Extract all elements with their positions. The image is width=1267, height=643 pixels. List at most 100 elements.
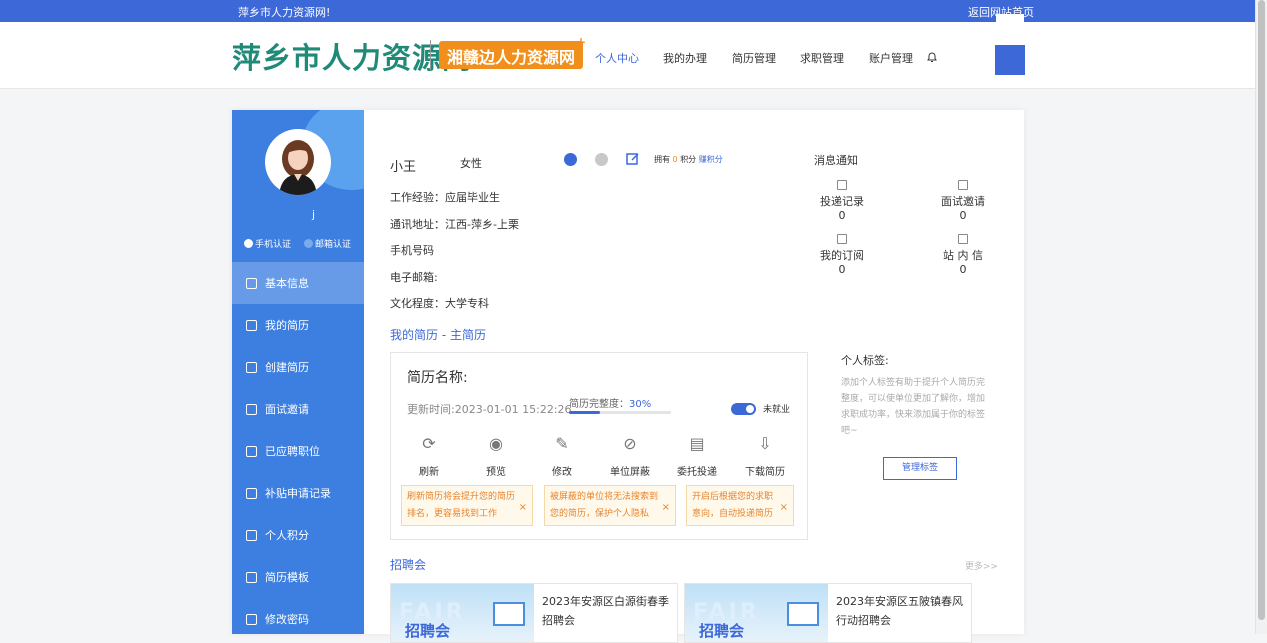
phone-cert[interactable]: 手机认证 xyxy=(244,237,291,250)
action-label: 刷新 xyxy=(419,467,439,478)
nav-my-handling[interactable]: 我的办理 xyxy=(663,50,707,66)
edit-button[interactable]: ✎ 修改 xyxy=(532,434,592,479)
user-avatar-button[interactable] xyxy=(995,45,1025,75)
manage-tags-button[interactable]: 管理标签 xyxy=(883,457,957,480)
completeness-bar-fill xyxy=(569,411,600,414)
bell-icon[interactable] xyxy=(926,51,938,63)
job-fair-card[interactable]: FAIR 招聘会 2023年安源区五陂镇春风行动招聘会 xyxy=(684,583,972,643)
completeness-text: 简历完整度： xyxy=(569,399,629,410)
phone-cert-icon xyxy=(244,239,253,248)
tip-text: 刷新简历将会提升您的简历排名，更容易找到工作 xyxy=(407,492,516,519)
eye-icon: ◉ xyxy=(489,434,503,453)
stat-interviews[interactable]: 面试邀请 0 xyxy=(923,180,1003,222)
nav-job-manage[interactable]: 求职管理 xyxy=(800,50,844,66)
mail-open-icon xyxy=(246,403,257,415)
site-header: 萍乡市人力资源网 湘赣边人力资源网 + 个人中心 我的办理 简历管理 求职管理 … xyxy=(0,22,1255,89)
action-label: 修改 xyxy=(552,467,572,478)
stat-count: 0 xyxy=(959,209,967,222)
download-icon: ⇩ xyxy=(758,434,772,453)
database-icon xyxy=(246,529,257,541)
sidebar-item-applied-jobs[interactable]: 已应聘职位 xyxy=(232,430,364,472)
document-icon xyxy=(246,319,257,331)
edit-icon: ✎ xyxy=(555,434,569,453)
email-cert[interactable]: 邮箱认证 xyxy=(304,237,351,250)
avatar[interactable] xyxy=(265,129,331,195)
stat-subscriptions[interactable]: 我的订阅 0 xyxy=(802,234,882,276)
delivery-record-icon xyxy=(837,180,847,190)
action-label: 预览 xyxy=(486,467,506,478)
user-name: j xyxy=(311,208,315,221)
preview-button[interactable]: ◉ 预览 xyxy=(466,434,526,479)
sidebar-item-label: 创建简历 xyxy=(265,361,309,374)
phone-verified-icon xyxy=(564,153,577,166)
sidebar-item-subsidy-records[interactable]: 补贴申请记录 xyxy=(232,472,364,514)
scrollbar-thumb[interactable] xyxy=(1258,0,1265,620)
more-link[interactable]: 更多>> xyxy=(965,559,998,572)
sidebar-item-change-password[interactable]: 修改密码 xyxy=(232,598,364,634)
edit-document-icon xyxy=(246,361,257,373)
tip-text: 被屏蔽的单位将无法搜索到您的简历，保护个人隐私 xyxy=(550,492,659,519)
resume-card: 简历名称: 更新时间:2023-01-01 15:22:26 简历完整度：30%… xyxy=(390,352,808,540)
delivery-icon: ▤ xyxy=(689,434,705,453)
sidebar-item-interview-invites[interactable]: 面试邀请 xyxy=(232,388,364,430)
sidebar-item-label: 个人积分 xyxy=(265,529,309,542)
nav-resume-manage[interactable]: 简历管理 xyxy=(732,50,776,66)
welcome-text: 萍乡市人力资源网! xyxy=(238,6,331,19)
entrust-delivery-button[interactable]: ▤ 委托投递 xyxy=(667,434,727,479)
job-fair-card[interactable]: FAIR 招聘会 2023年安源区白源街春季招聘会 xyxy=(390,583,678,643)
interview-icon xyxy=(958,180,968,190)
action-label: 下载简历 xyxy=(745,467,785,478)
block-company-button[interactable]: ⊘ 单位屏蔽 xyxy=(600,434,660,479)
sidebar-item-create-resume[interactable]: 创建简历 xyxy=(232,346,364,388)
action-label: 单位屏蔽 xyxy=(610,467,650,478)
logo-divider xyxy=(430,40,431,70)
resume-update-time: 更新时间:2023-01-01 15:22:26 xyxy=(407,403,572,416)
employment-status-toggle[interactable] xyxy=(731,403,756,415)
points-info: 拥有 0 积分 赚积分 xyxy=(654,154,723,165)
sidebar-item-label: 面试邀请 xyxy=(265,403,309,416)
stat-label: 站 内 信 xyxy=(943,249,983,262)
job-fair-thumbnail: FAIR 招聘会 xyxy=(685,584,828,642)
edit-profile-icon[interactable] xyxy=(626,152,640,166)
envelope-icon xyxy=(958,234,968,244)
site-logo[interactable]: 萍乡市人力资源网 xyxy=(232,35,472,77)
phone: 手机号码 xyxy=(390,244,434,257)
sidebar-item-label: 简历模板 xyxy=(265,571,309,584)
close-icon[interactable]: × xyxy=(519,499,527,516)
toggle-knob xyxy=(746,405,754,413)
sidebar-item-resume-templates[interactable]: 简历模板 xyxy=(232,556,364,598)
block-icon: ⊘ xyxy=(623,434,637,453)
education: 文化程度：大学专科 xyxy=(390,297,489,310)
fair-image-text: 招聘会 xyxy=(405,622,451,640)
stat-label: 投递记录 xyxy=(820,195,864,208)
messages-title: 消息通知 xyxy=(814,154,858,167)
close-icon[interactable]: × xyxy=(780,499,788,516)
page-scrollbar[interactable] xyxy=(1255,0,1267,634)
nav-account-manage[interactable]: 账户管理 xyxy=(869,50,913,66)
sidebar-item-my-resume[interactable]: 我的简历 xyxy=(232,304,364,346)
fair-image-text: 招聘会 xyxy=(699,622,745,640)
sidebar-item-label: 基本信息 xyxy=(265,277,309,290)
nav-personal-center[interactable]: 个人中心 xyxy=(595,50,639,66)
block-tip: 被屏蔽的单位将无法搜索到您的简历，保护个人隐私 × xyxy=(544,485,676,526)
stat-count: 0 xyxy=(959,263,967,276)
resume-section-title[interactable]: 我的简历 - 主简历 xyxy=(390,326,486,343)
stat-count: 0 xyxy=(838,209,846,222)
email: 电子邮箱: xyxy=(390,271,438,284)
stat-inbox[interactable]: 站 内 信0 xyxy=(923,234,1003,276)
stat-deliveries[interactable]: 投递记录 0 xyxy=(802,180,882,222)
sub-logo[interactable]: 湘赣边人力资源网 xyxy=(439,41,584,69)
close-icon[interactable]: × xyxy=(662,499,670,516)
sidebar-item-basic-info[interactable]: 基本信息 xyxy=(232,262,364,304)
download-resume-button[interactable]: ⇩ 下载简历 xyxy=(735,434,795,479)
refresh-button[interactable]: ⟳ 刷新 xyxy=(399,434,459,479)
sidebar-item-points[interactable]: 个人积分 xyxy=(232,514,364,556)
send-icon xyxy=(246,445,257,457)
email-cert-icon xyxy=(304,239,313,248)
job-fair-title[interactable]: 招聘会 xyxy=(390,556,426,573)
phone-cert-label: 手机认证 xyxy=(255,240,292,250)
job-fair-thumbnail: FAIR 招聘会 xyxy=(391,584,534,642)
resume-name-label: 简历名称: xyxy=(407,370,468,386)
earn-points-link[interactable]: 赚积分 xyxy=(699,155,723,164)
refresh-icon: ⟳ xyxy=(422,434,436,453)
